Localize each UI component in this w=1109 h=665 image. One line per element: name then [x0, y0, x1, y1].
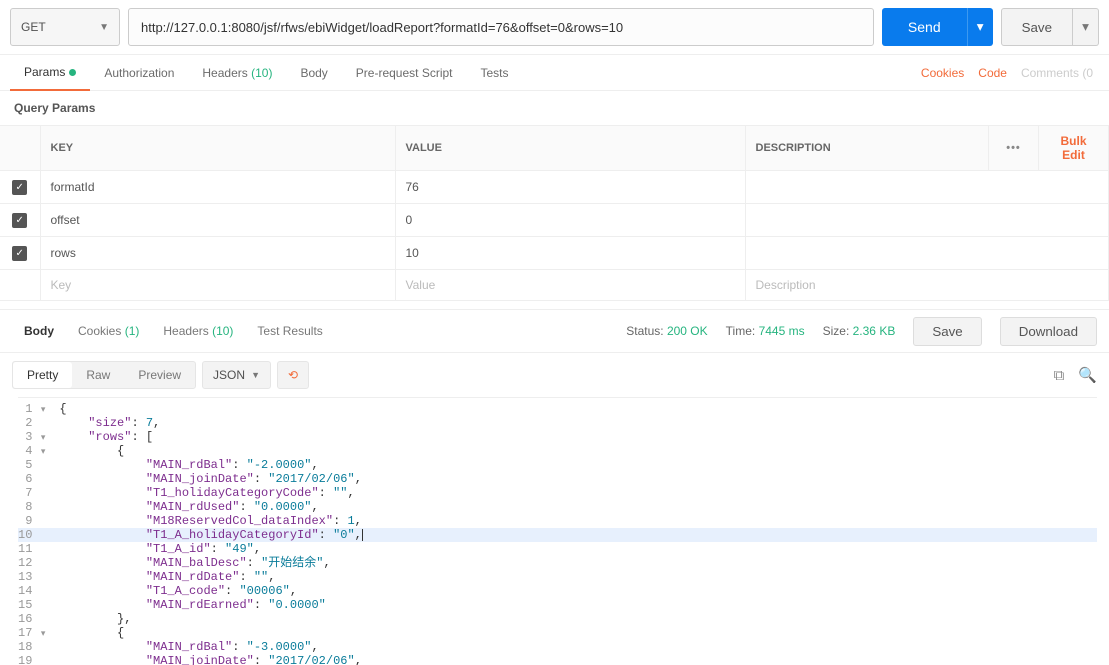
param-desc-cell[interactable] [745, 204, 1109, 237]
download-response-button[interactable]: Download [1000, 317, 1097, 346]
param-desc-cell[interactable] [745, 237, 1109, 270]
resp-tab-cookies[interactable]: Cookies (1) [66, 316, 151, 346]
view-pretty-button[interactable]: Pretty [13, 362, 72, 388]
view-raw-button[interactable]: Raw [72, 362, 124, 388]
param-value-input[interactable]: Value [395, 270, 745, 301]
table-row-empty: Key Value Description [0, 270, 1109, 301]
col-header-value: VALUE [395, 126, 745, 171]
col-header-key: KEY [40, 126, 395, 171]
chevron-down-icon: ▾ [977, 19, 984, 35]
col-header-description: DESCRIPTION [745, 126, 989, 171]
tab-params[interactable]: Params [10, 55, 90, 91]
checkbox-icon[interactable]: ✓ [12, 246, 27, 261]
copy-icon[interactable]: ⧉ [1054, 367, 1065, 384]
response-code-viewer[interactable]: 1▾23▾4▾567891011121314151617▾1819 { "siz… [18, 397, 1097, 665]
tab-prerequest[interactable]: Pre-request Script [342, 56, 467, 90]
tab-body[interactable]: Body [286, 56, 341, 90]
chevron-down-icon: ▼ [251, 370, 260, 380]
link-cookies[interactable]: Cookies [921, 66, 964, 80]
param-key-cell[interactable]: offset [40, 204, 395, 237]
query-params-title: Query Params [0, 91, 1109, 125]
view-preview-button[interactable]: Preview [124, 362, 195, 388]
param-key-cell[interactable]: rows [40, 237, 395, 270]
size-label: Size: 2.36 KB [823, 324, 896, 338]
search-icon[interactable]: 🔍 [1078, 366, 1097, 384]
param-desc-input[interactable]: Description [745, 270, 1109, 301]
checkbox-icon[interactable]: ✓ [12, 213, 27, 228]
http-method-select[interactable]: GET ▼ [10, 8, 120, 46]
param-value-cell[interactable]: 76 [395, 171, 745, 204]
url-input[interactable] [128, 8, 874, 46]
more-options-icon[interactable]: ••• [1006, 142, 1021, 154]
format-select[interactable]: JSON ▼ [202, 361, 271, 389]
chevron-down-icon: ▾ [1082, 19, 1089, 35]
save-response-button[interactable]: Save [913, 317, 981, 346]
time-label: Time: 7445 ms [726, 324, 805, 338]
save-dropdown-button[interactable]: ▾ [1073, 8, 1099, 46]
table-row: ✓ formatId 76 [0, 171, 1109, 204]
chevron-down-icon: ▼ [99, 22, 109, 33]
param-desc-cell[interactable] [745, 171, 1109, 204]
tab-tests[interactable]: Tests [467, 56, 523, 90]
resp-tab-headers[interactable]: Headers (10) [151, 316, 245, 346]
param-value-cell[interactable]: 0 [395, 204, 745, 237]
param-value-cell[interactable]: 10 [395, 237, 745, 270]
wrap-lines-icon[interactable]: ⟲ [277, 361, 309, 389]
table-row: ✓ offset 0 [0, 204, 1109, 237]
link-code[interactable]: Code [978, 66, 1007, 80]
table-row: ✓ rows 10 [0, 237, 1109, 270]
send-dropdown-button[interactable]: ▾ [967, 8, 993, 46]
tab-authorization[interactable]: Authorization [90, 56, 188, 90]
status-label: Status: 200 OK [626, 324, 707, 338]
checkbox-icon[interactable]: ✓ [12, 180, 27, 195]
param-key-input[interactable]: Key [40, 270, 395, 301]
send-button[interactable]: Send [882, 8, 967, 46]
resp-tab-body[interactable]: Body [12, 316, 66, 346]
view-mode-group: Pretty Raw Preview [12, 361, 196, 389]
query-params-table: KEY VALUE DESCRIPTION ••• Bulk Edit ✓ fo… [0, 125, 1109, 301]
http-method-label: GET [21, 20, 46, 34]
param-key-cell[interactable]: formatId [40, 171, 395, 204]
params-indicator-dot [69, 69, 76, 76]
resp-tab-tests[interactable]: Test Results [245, 316, 334, 346]
bulk-edit-link[interactable]: Bulk Edit [1060, 134, 1086, 162]
tab-headers[interactable]: Headers (10) [188, 56, 286, 90]
link-comments[interactable]: Comments (0 [1021, 66, 1093, 80]
save-button[interactable]: Save [1001, 8, 1073, 46]
